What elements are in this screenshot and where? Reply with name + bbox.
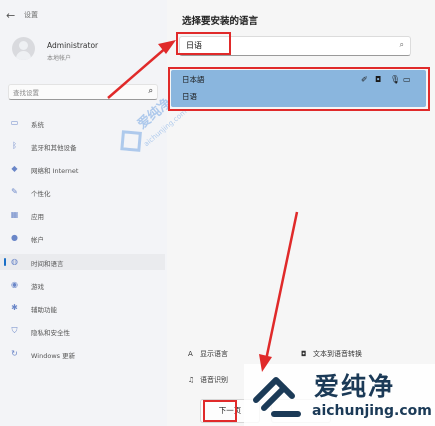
sidebar-item-label: 时间和语言 xyxy=(31,260,64,268)
apps-icon: ▦ xyxy=(10,210,19,219)
search-icon: ⌕ xyxy=(399,40,404,49)
settings-search-placeholder: 查找设置 xyxy=(13,89,39,97)
globe-clock-icon: ◍ xyxy=(11,257,18,266)
display-language-icon: A xyxy=(188,350,193,358)
sidebar-item-privacy[interactable]: ⛉ 隐私和安全性 xyxy=(0,323,165,339)
sidebar-item-windows-update[interactable]: ↻ Windows 更新 xyxy=(0,346,165,362)
sidebar-item-accessibility[interactable]: ✱ 辅助功能 xyxy=(0,300,165,316)
sidebar-item-gaming[interactable]: ◉ 游戏 xyxy=(0,277,165,293)
next-button-highlight-box xyxy=(203,400,237,422)
option-label: 语音识别 xyxy=(200,376,228,384)
person-icon: ● xyxy=(11,233,18,242)
sidebar-item-label: 帐户 xyxy=(31,236,44,244)
gamepad-icon: ◉ xyxy=(11,280,18,289)
avatar[interactable] xyxy=(12,37,35,60)
monitor-icon: ▭ xyxy=(10,118,19,127)
option-text-to-speech: ◘ 文本到语音转换 xyxy=(301,349,362,359)
sidebar-item-label: 辅助功能 xyxy=(31,306,57,314)
sidebar-item-label: 个性化 xyxy=(31,190,51,198)
bluetooth-icon: ᛒ xyxy=(12,141,17,150)
brand-logo-icon xyxy=(253,377,301,417)
dialog-title: 选择要安装的语言 xyxy=(182,16,259,27)
language-install-dialog: 选择要安装的语言 日语 ⌕ 日本語 日语 ✐ ◘ 🎙 ▭ A 显示语言 ◘ 文本到语… xyxy=(167,0,435,426)
settings-search-input[interactable]: 查找设置 ⌕ xyxy=(8,84,158,100)
user-name: Administrator xyxy=(47,41,99,50)
update-icon: ↻ xyxy=(11,349,18,358)
sidebar-item-label: 应用 xyxy=(31,213,44,221)
sidebar-item-label: 蓝牙和其他设备 xyxy=(31,144,77,152)
brand-name: 爱纯净 xyxy=(314,372,396,401)
user-account-type: 本地帐户 xyxy=(47,55,72,62)
settings-sidebar: ← 设置 Administrator 本地帐户 查找设置 ⌕ ▭ 系统 ᛒ 蓝牙… xyxy=(0,0,167,426)
sidebar-item-personalization[interactable]: ✎ 个性化 xyxy=(0,184,165,200)
option-label: 显示语言 xyxy=(200,350,228,358)
option-label: 文本到语音转换 xyxy=(313,350,362,358)
accessibility-icon: ✱ xyxy=(11,303,18,312)
result-highlight-box xyxy=(168,67,430,111)
wifi-icon: ◆ xyxy=(11,164,18,173)
text-to-speech-icon: ◘ xyxy=(301,350,307,358)
sidebar-item-network[interactable]: ◆ 网络和 Internet xyxy=(0,161,165,177)
window-title: 设置 xyxy=(24,11,38,19)
sidebar-item-bluetooth[interactable]: ᛒ 蓝牙和其他设备 xyxy=(0,138,165,154)
sidebar-item-label: 隐私和安全性 xyxy=(31,329,70,337)
sidebar-item-label: 系统 xyxy=(31,121,44,129)
brush-icon: ✎ xyxy=(11,187,18,196)
option-display-language: A 显示语言 xyxy=(188,349,228,359)
option-speech-recognition: ♫ 语音识别 xyxy=(188,375,228,385)
search-highlight-box xyxy=(176,32,231,55)
sidebar-item-label: 游戏 xyxy=(31,283,44,291)
sidebar-item-label: 网络和 Internet xyxy=(31,167,79,175)
sidebar-item-label: Windows 更新 xyxy=(31,352,76,360)
sidebar-item-time-language[interactable]: ◍ 时间和语言 xyxy=(0,254,165,270)
sidebar-item-system[interactable]: ▭ 系统 xyxy=(0,115,165,131)
search-icon: ⌕ xyxy=(148,86,153,95)
sidebar-item-apps[interactable]: ▦ 应用 xyxy=(0,207,165,223)
microphone-icon: ♫ xyxy=(188,376,195,384)
shield-icon: ⛉ xyxy=(11,326,18,335)
sidebar-item-accounts[interactable]: ● 帐户 xyxy=(0,230,165,246)
back-arrow-icon[interactable]: ← xyxy=(6,9,15,22)
brand-domain: aichunjing.com xyxy=(312,403,432,419)
